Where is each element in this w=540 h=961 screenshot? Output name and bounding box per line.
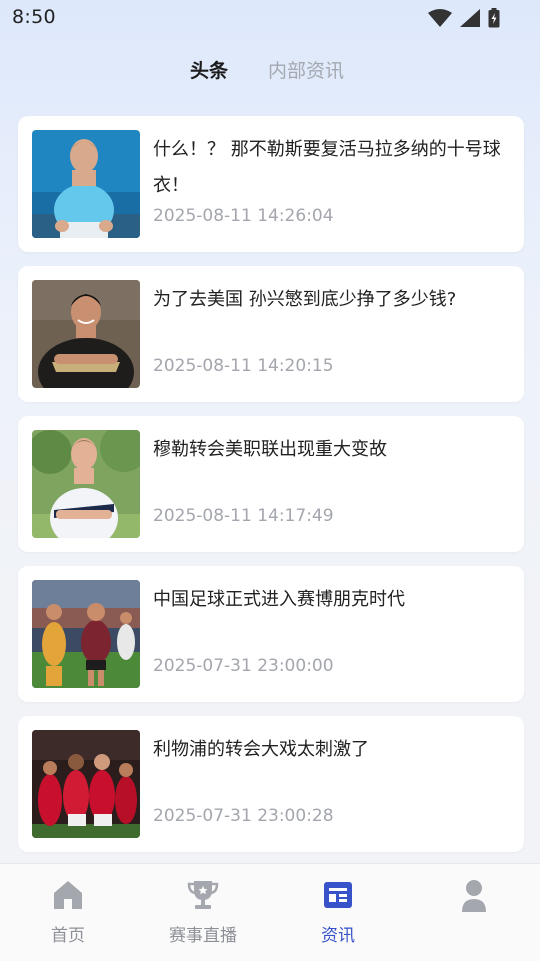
news-card[interactable]: 利物浦的转会大戏太刺激了 2025-07-31 23:00:28 (18, 716, 524, 852)
nav-home[interactable]: 首页 (8, 878, 128, 946)
news-card[interactable]: 中国足球正式进入赛博朋克时代 2025-07-31 23:00:00 (18, 566, 524, 702)
nav-home-label: 首页 (51, 926, 85, 946)
trophy-icon (187, 881, 219, 909)
news-time: 2025-07-31 23:00:00 (153, 656, 334, 676)
news-title: 什么！？ 那不勒斯要复活马拉多纳的十号球衣！ (153, 139, 501, 196)
news-tabs: 头条 内部资讯 (0, 56, 540, 86)
tab-internal-news[interactable]: 内部资讯 (268, 56, 344, 83)
news-title: 穆勒转会美职联出现重大变故 (153, 439, 387, 460)
bottom-nav: 首页 赛事直播 资讯 (0, 863, 540, 961)
news-time: 2025-08-11 14:26:04 (153, 206, 334, 226)
signal-icon (460, 9, 480, 27)
news-thumbnail (32, 580, 140, 688)
news-title: 利物浦的转会大戏太刺激了 (153, 739, 369, 760)
nav-news[interactable]: 资讯 (278, 878, 398, 946)
news-thumbnail (32, 730, 140, 838)
battery-icon (488, 8, 500, 28)
status-icons (428, 8, 500, 28)
nav-live-label: 赛事直播 (169, 926, 237, 946)
nav-profile[interactable] (414, 878, 534, 921)
status-time: 8:50 (12, 6, 56, 28)
news-thumbnail (32, 430, 140, 538)
news-time: 2025-08-11 14:17:49 (153, 506, 334, 526)
news-thumbnail (32, 130, 140, 238)
news-title: 中国足球正式进入赛博朋克时代 (153, 589, 405, 610)
news-icon (324, 882, 352, 908)
nav-live[interactable]: 赛事直播 (143, 878, 263, 946)
news-thumbnail (32, 280, 140, 388)
home-icon (54, 881, 82, 909)
news-card[interactable]: 什么！？ 那不勒斯要复活马拉多纳的十号球衣！ 2025-08-11 14:26:… (18, 116, 524, 252)
tab-headlines[interactable]: 头条 (190, 56, 228, 83)
news-feed: 什么！？ 那不勒斯要复活马拉多纳的十号球衣！ 2025-08-11 14:26:… (18, 116, 524, 866)
news-time: 2025-07-31 23:00:28 (153, 806, 334, 826)
news-card[interactable]: 穆勒转会美职联出现重大变故 2025-08-11 14:17:49 (18, 416, 524, 552)
news-time: 2025-08-11 14:20:15 (153, 356, 334, 376)
profile-icon (462, 880, 486, 912)
wifi-icon (428, 9, 452, 27)
news-title: 为了去美国 孙兴慜到底少挣了多少钱? (153, 289, 457, 310)
news-card[interactable]: 为了去美国 孙兴慜到底少挣了多少钱? 2025-08-11 14:20:15 (18, 266, 524, 402)
nav-news-label: 资讯 (321, 926, 355, 946)
status-bar: 8:50 (0, 0, 540, 36)
